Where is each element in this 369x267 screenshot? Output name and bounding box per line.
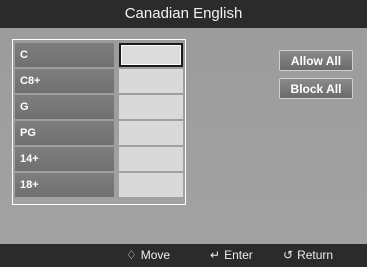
rating-label: C8+	[15, 69, 114, 93]
return-icon: ↺	[283, 248, 294, 262]
rating-row-g[interactable]: G	[15, 95, 183, 119]
page-title: Canadian English	[124, 5, 243, 22]
rating-lock-cell[interactable]	[119, 173, 183, 197]
rating-lock-cell[interactable]	[119, 43, 183, 67]
allow-all-button[interactable]: Allow All	[279, 50, 353, 71]
rating-row-pg[interactable]: PG	[15, 121, 183, 145]
enter-label: Enter	[224, 248, 253, 262]
rating-row-c[interactable]: C	[15, 43, 183, 67]
return-label: Return	[297, 248, 334, 262]
rating-row-14plus[interactable]: 14+	[15, 147, 183, 171]
enter-hint: ↵ Enter	[210, 244, 253, 267]
rating-label: PG	[15, 121, 114, 145]
return-hint: ↺ Return	[283, 244, 333, 267]
enter-icon: ↵	[210, 248, 221, 262]
ratings-panel: C C8+ G PG 14+ 18+ Allow All Block All	[0, 28, 367, 244]
move-arrows-icon: ♢	[126, 248, 137, 262]
rating-lock-cell[interactable]	[119, 95, 183, 119]
rating-row-18plus[interactable]: 18+	[15, 173, 183, 197]
move-hint: ♢ Move	[126, 244, 170, 267]
title-bar: Canadian English	[0, 0, 367, 28]
rating-lock-cell[interactable]	[119, 69, 183, 93]
rating-lock-cell[interactable]	[119, 147, 183, 171]
rating-label: 18+	[15, 173, 114, 197]
rating-label: 14+	[15, 147, 114, 171]
rating-label: C	[15, 43, 114, 67]
block-all-button[interactable]: Block All	[279, 78, 353, 99]
rating-lock-screen: Canadian English C C8+ G PG 14+ 18+ Allo…	[0, 0, 369, 267]
rating-row-c8plus[interactable]: C8+	[15, 69, 183, 93]
footer-hints: ♢ Move ↵ Enter ↺ Return	[0, 244, 367, 267]
move-label: Move	[140, 248, 171, 262]
rating-lock-cell[interactable]	[119, 121, 183, 145]
rating-label: G	[15, 95, 114, 119]
